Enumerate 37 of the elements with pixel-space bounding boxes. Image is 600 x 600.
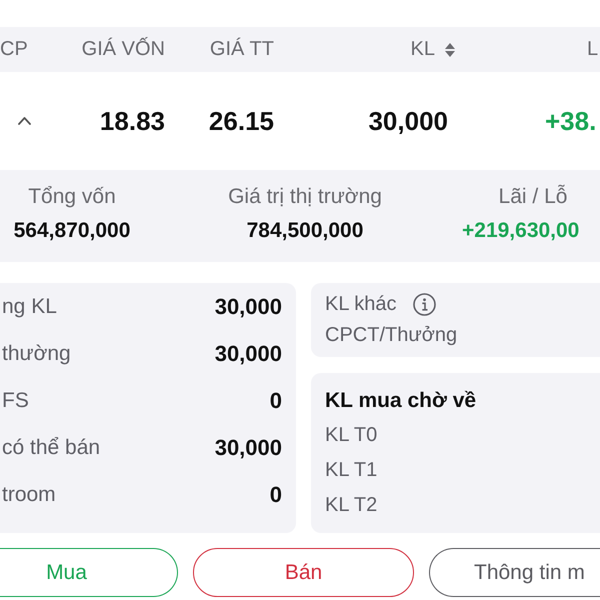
card-text: KL T0 [325, 424, 378, 447]
holding-label: ng KL [2, 294, 57, 318]
holding-label: thường [2, 342, 71, 366]
card-title: KL khác [325, 293, 397, 316]
table-cell: 18.83 [100, 106, 165, 136]
summary-label: Tổng vốn [28, 184, 116, 210]
summary-value: +219,630,00 [462, 218, 580, 244]
table-cell: 30,000 [368, 106, 448, 136]
holding-label: có thể bán [2, 436, 100, 460]
table-cell: +38. [545, 106, 596, 136]
stock-info-button[interactable]: Thông tin m [429, 548, 600, 597]
holding-value: 0 [270, 388, 282, 414]
card-title: KL mua chờ về [325, 388, 476, 412]
table-cell: 26.15 [208, 106, 274, 136]
column-header: GIÁ VỐN [82, 38, 165, 61]
column-header: GIÁ TT [210, 38, 274, 61]
summary-value: 564,870,000 [14, 218, 130, 244]
chevron-up-icon[interactable] [18, 117, 31, 125]
column-header: CP [0, 38, 28, 61]
summary-value: 784,500,000 [246, 218, 364, 244]
column-header: L [587, 38, 598, 61]
info-icon[interactable] [412, 293, 436, 316]
summary-label: Giá trị thị trường [228, 184, 382, 210]
summary-label: Lãi / Lỗ [498, 184, 568, 210]
column-header[interactable]: KL [410, 38, 435, 61]
sell-button[interactable]: Bán [193, 548, 414, 597]
buy-button[interactable]: Mua [0, 548, 178, 597]
sort-icon[interactable] [445, 42, 455, 58]
card-text: KL T1 [325, 459, 378, 482]
holding-value: 30,000 [214, 340, 282, 366]
holding-value: 30,000 [214, 434, 282, 460]
holding-value: 30,000 [214, 294, 282, 320]
holding-label: FS [2, 388, 29, 412]
holding-value: 0 [270, 482, 282, 508]
card-text: KL T2 [325, 494, 378, 517]
holding-label: troom [2, 482, 56, 506]
card-text: CPCT/Thưởng [325, 324, 458, 347]
